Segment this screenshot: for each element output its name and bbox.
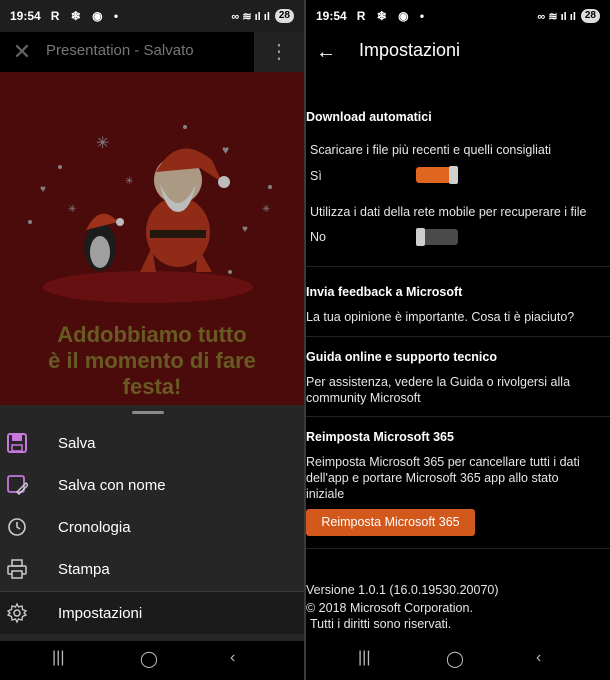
reset-text-line2: dell'app e portare Microsoft 365 app all… xyxy=(306,471,559,485)
guide-text-line1[interactable]: Per assistenza, vedere la Guida o rivolg… xyxy=(306,374,570,390)
menu-label-settings: Impostazioni xyxy=(58,604,143,622)
sheet-drag-handle[interactable] xyxy=(132,411,164,414)
guide-text-line2[interactable]: community Microsoft xyxy=(306,390,421,406)
status-bar-right: 19:54 R ❄ ◉ • ∞ ≋ ıl ıl 28 xyxy=(306,0,610,32)
recents-icon[interactable]: ||| xyxy=(52,649,64,667)
toggle-knob xyxy=(449,166,458,184)
slide-dim-overlay xyxy=(0,72,304,405)
separator xyxy=(306,266,610,267)
home-icon[interactable]: ◯ xyxy=(446,649,464,669)
feedback-text[interactable]: La tua opinione è importante. Cosa ti è … xyxy=(306,309,574,325)
notification-icons-right: R ❄ ◉ • xyxy=(356,9,429,23)
download-setting1-value: Sì xyxy=(310,169,322,183)
signal-icons: ∞ ≋ ıl ıl xyxy=(231,10,270,23)
menu-item-settings[interactable]: Impostazioni xyxy=(0,591,304,634)
separator xyxy=(306,336,610,337)
download-setting1-label: Scaricare i file più recenti e quelli co… xyxy=(310,143,552,157)
save-icon xyxy=(7,433,27,453)
menu-item-save-as[interactable]: Salva con nome xyxy=(0,464,304,506)
download-recent-toggle[interactable] xyxy=(416,166,458,184)
reset-heading: Reimposta Microsoft 365 xyxy=(306,430,454,444)
download-setting2-value: No xyxy=(310,230,326,244)
download-heading: Download automatici xyxy=(306,110,432,124)
rights-text: Tutti i diritti sono riservati. xyxy=(310,617,452,631)
menu-label-print: Stampa xyxy=(58,560,110,578)
toggle-knob-off xyxy=(416,228,425,246)
android-nav-bar: ||| ◯ ‹ xyxy=(0,641,304,680)
settings-title: Impostazioni xyxy=(359,40,461,60)
copyright-text: © 2018 Microsoft Corporation. xyxy=(306,601,473,615)
slide-preview[interactable]: ✳ ♥ ♥ ♥ ✳ ✳ ✳ Addobbiamo tutto è il mome… xyxy=(0,72,304,405)
file-menu-sheet: Salva Salva con nome Cronologia Stampa I… xyxy=(0,405,304,641)
notification-icons: R ❄ ◉ • xyxy=(50,9,123,23)
right-panel: 19:54 R ❄ ◉ • ∞ ≋ ıl ıl 28 ← Impostazion… xyxy=(306,0,610,680)
status-time-right: 19:54 xyxy=(316,9,347,23)
back-arrow-icon[interactable]: ← xyxy=(312,38,340,66)
feedback-heading[interactable]: Invia feedback a Microsoft xyxy=(306,285,462,299)
left-panel: 19:54 R ❄ ◉ • ∞ ≋ ıl ıl 28 ✕ Presentatio… xyxy=(0,0,304,680)
gear-icon xyxy=(6,602,28,624)
history-icon xyxy=(8,518,26,536)
menu-label-save: Salva xyxy=(58,434,96,452)
battery-badge-right: 28 xyxy=(580,9,600,23)
document-top-bar: ✕ Presentation - Salvato ⋮ xyxy=(0,32,304,72)
status-time: 19:54 xyxy=(10,9,41,23)
menu-label-history: Cronologia xyxy=(58,518,131,536)
signal-icons-right: ∞ ≋ ıl ıl xyxy=(537,10,576,23)
more-options-icon[interactable]: ⋮ xyxy=(254,32,304,72)
home-icon[interactable]: ◯ xyxy=(140,649,158,669)
reset-text-line1: Reimposta Microsoft 365 per cancellare t… xyxy=(306,455,580,469)
close-icon[interactable]: ✕ xyxy=(8,38,36,66)
reset-text-line3: iniziale xyxy=(306,487,345,501)
android-nav-bar-right: ||| ◯ ‹ xyxy=(306,641,610,680)
recents-icon[interactable]: ||| xyxy=(358,649,370,667)
back-nav-icon[interactable]: ‹ xyxy=(230,649,235,667)
settings-header: ← Impostazioni xyxy=(306,32,610,72)
menu-label-save-as: Salva con nome xyxy=(58,476,166,494)
guide-heading[interactable]: Guida online e supporto tecnico xyxy=(306,350,497,364)
download-setting2-label: Utilizza i dati della rete mobile per re… xyxy=(310,205,587,219)
system-icons: ∞ ≋ ıl ıl 28 xyxy=(231,9,294,23)
reset-button[interactable]: Reimposta Microsoft 365 xyxy=(306,509,475,536)
print-icon xyxy=(7,559,27,579)
version-text: Versione 1.0.1 (16.0.19530.20070) xyxy=(306,583,499,597)
menu-item-history[interactable]: Cronologia xyxy=(0,506,304,548)
back-nav-icon[interactable]: ‹ xyxy=(536,649,541,667)
mobile-data-toggle[interactable] xyxy=(416,228,458,246)
battery-badge: 28 xyxy=(274,9,294,23)
system-icons-right: ∞ ≋ ıl ıl 28 xyxy=(537,9,600,23)
menu-item-save[interactable]: Salva xyxy=(0,422,304,464)
separator xyxy=(306,416,610,417)
status-bar: 19:54 R ❄ ◉ • ∞ ≋ ıl ıl 28 xyxy=(0,0,304,32)
save-as-icon xyxy=(7,475,28,496)
separator xyxy=(306,548,610,549)
document-title: Presentation - Salvato xyxy=(46,42,194,59)
menu-item-print[interactable]: Stampa xyxy=(0,548,304,590)
